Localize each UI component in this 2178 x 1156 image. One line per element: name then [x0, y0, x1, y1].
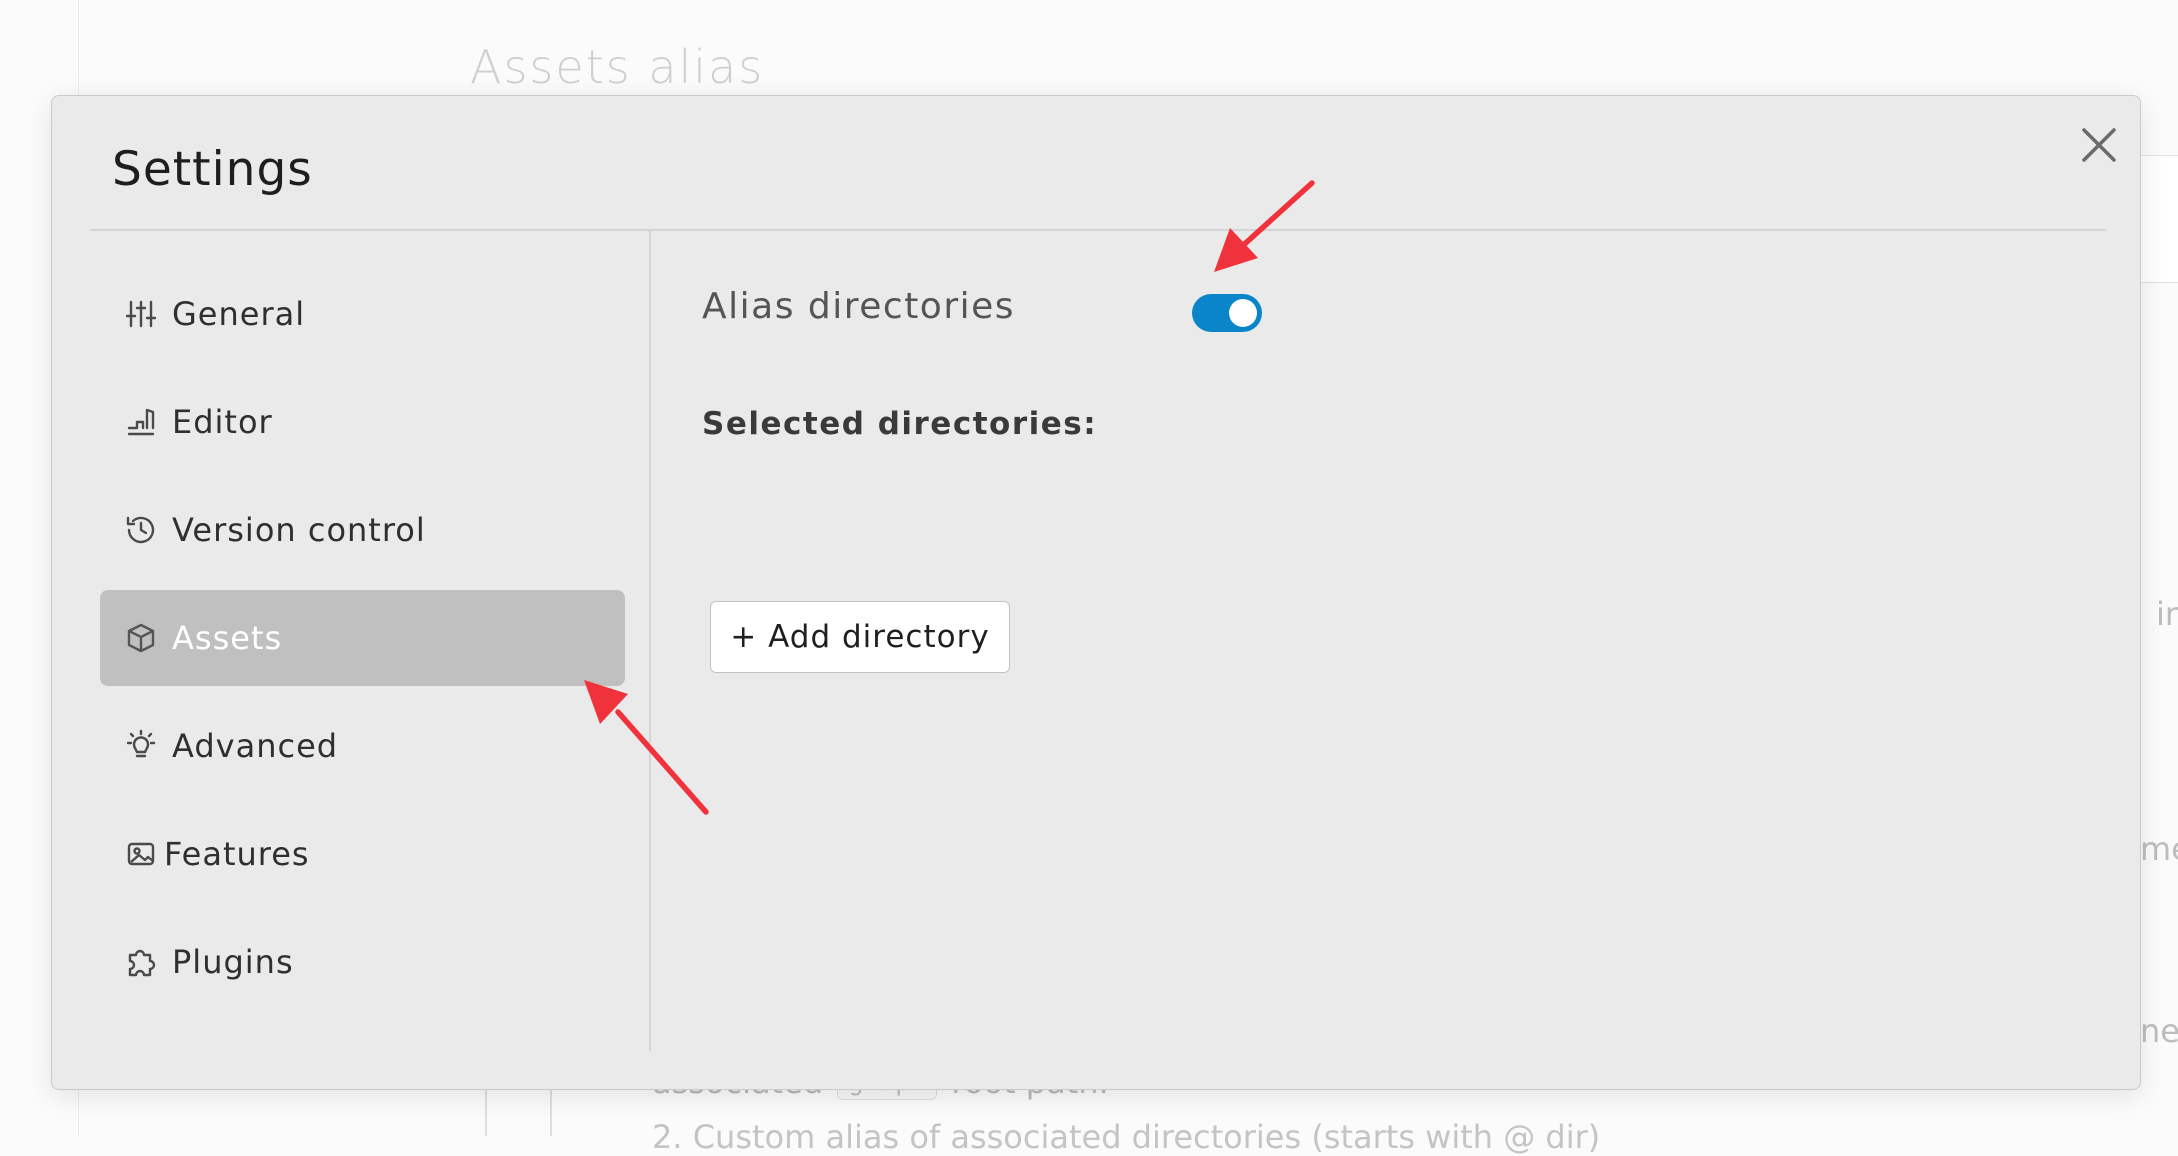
- sidebar-item-version-control[interactable]: Version control: [100, 482, 625, 578]
- alias-directories-label: Alias directories: [702, 286, 1016, 327]
- header-divider: [90, 229, 2106, 231]
- modal-title: Settings: [112, 142, 313, 197]
- lightbulb-icon: [124, 729, 158, 763]
- sidebar-item-label: Assets: [172, 619, 283, 657]
- cube-icon: [124, 621, 158, 655]
- sidebar-item-editor[interactable]: Editor: [100, 374, 625, 470]
- background-fragment: ne: [2140, 1012, 2178, 1050]
- selected-directories-label: Selected directories:: [702, 406, 1098, 442]
- sidebar-item-plugins[interactable]: Plugins: [100, 914, 625, 1010]
- sidebar-item-label: Version control: [172, 511, 426, 549]
- settings-modal: Settings General Editor Version control …: [51, 95, 2141, 1090]
- add-directory-button[interactable]: + Add directory: [710, 601, 1010, 673]
- sidebar-divider: [649, 231, 651, 1051]
- background-fragment: me: [2140, 830, 2178, 868]
- sliders-icon: [124, 297, 158, 331]
- background-fragment: ir: [2156, 595, 2178, 633]
- sidebar-item-features[interactable]: Features: [100, 806, 625, 902]
- toggle-knob: [1229, 299, 1257, 327]
- sidebar-item-label: Editor: [172, 403, 273, 441]
- alias-directories-toggle[interactable]: [1192, 294, 1262, 332]
- history-icon: [124, 513, 158, 547]
- close-icon: [2082, 128, 2116, 162]
- assets-settings-pane: Alias directories Selected directories: …: [702, 266, 2102, 966]
- puzzle-icon: [124, 945, 158, 979]
- sidebar-item-label: Advanced: [172, 727, 339, 765]
- background-text-line: 2. Custom alias of associated directorie…: [652, 1118, 1601, 1156]
- sidebar-item-assets[interactable]: Assets: [100, 590, 625, 686]
- sidebar-item-advanced[interactable]: Advanced: [100, 698, 625, 794]
- sidebar-item-label: Features: [164, 835, 310, 873]
- background-page-title: Assets alias: [470, 40, 765, 94]
- sidebar-item-label: General: [172, 295, 306, 333]
- editor-icon: [124, 405, 158, 439]
- sidebar-item-label: Plugins: [172, 943, 294, 981]
- image-icon: [124, 837, 158, 871]
- sidebar-item-general[interactable]: General: [100, 266, 625, 362]
- close-button[interactable]: [2072, 118, 2126, 172]
